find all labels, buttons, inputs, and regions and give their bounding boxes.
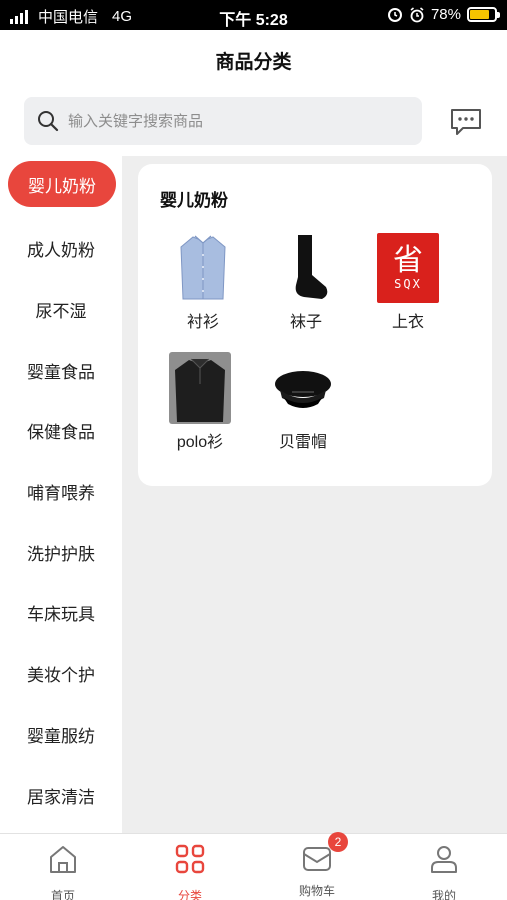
sidebar-item-beauty[interactable]: 美妆个护 xyxy=(0,650,122,696)
cart-icon: 2 xyxy=(300,832,348,876)
product-item-beret[interactable]: 贝雷帽 xyxy=(258,352,348,452)
sidebar-item-infant-formula[interactable]: 婴儿奶粉 xyxy=(8,161,116,207)
sidebar-item-home-cleaning[interactable]: 居家清洁 xyxy=(0,772,122,818)
polo-image xyxy=(168,352,232,424)
product-item-shirt[interactable]: 衬衫 xyxy=(158,232,248,332)
alarm-clock-icon xyxy=(410,6,424,22)
subcategory-panel: 婴儿奶粉 衬衫 袜子 省 SQX 上衣 polo衫 贝雷帽 xyxy=(138,164,492,486)
sidebar-item-kids-clothing[interactable]: 婴童服纺 xyxy=(0,711,122,757)
product-label: 贝雷帽 xyxy=(278,434,327,451)
product-label: 袜子 xyxy=(289,314,322,331)
status-right: 78% xyxy=(387,6,500,23)
brand-logo-image: 省 SQX xyxy=(376,232,440,304)
page-title: 商品分类 xyxy=(215,51,292,73)
tab-profile[interactable]: 我的 xyxy=(381,842,507,900)
product-item-socks[interactable]: 袜子 xyxy=(261,232,351,332)
product-item-polo[interactable]: polo衫 xyxy=(155,352,245,452)
user-icon xyxy=(431,846,457,873)
category-icon xyxy=(175,844,205,874)
tab-cart[interactable]: 2 购物车 xyxy=(254,832,380,899)
tab-label: 首页 xyxy=(50,889,75,900)
search-input[interactable] xyxy=(68,112,388,130)
cart-badge: 2 xyxy=(328,832,348,852)
shirt-image xyxy=(171,232,235,304)
logo-text-bottom: SQX xyxy=(394,277,422,291)
category-content: 婴儿奶粉 衬衫 袜子 省 SQX 上衣 polo衫 贝雷帽 xyxy=(122,156,507,833)
panel-title: 婴儿奶粉 xyxy=(160,191,228,210)
sidebar-item-baby-food[interactable]: 婴童食品 xyxy=(0,347,122,393)
search-icon xyxy=(38,111,59,132)
tab-home[interactable]: 首页 xyxy=(0,842,126,900)
page-header: 商品分类 xyxy=(0,30,507,90)
tab-label: 分类 xyxy=(177,889,202,900)
sidebar-item-adult-formula[interactable]: 成人奶粉 xyxy=(0,225,122,271)
sidebar-item-feeding[interactable]: 哺育喂养 xyxy=(0,468,122,514)
search-bar[interactable] xyxy=(24,97,422,145)
sidebar-item-skincare[interactable]: 洗护护肤 xyxy=(0,529,122,575)
beret-image xyxy=(271,352,335,424)
sidebar-item-diapers[interactable]: 尿不湿 xyxy=(0,286,122,332)
status-bar: 中国电信 4G 下午 5:28 78% xyxy=(0,0,507,30)
tab-label: 购物车 xyxy=(298,884,335,898)
category-sidebar: 婴儿奶粉 成人奶粉 尿不湿 婴童食品 保健食品 哺育喂养 洗护护肤 车床玩具 美… xyxy=(0,156,122,833)
bottom-tab-bar: 首页 分类 2 购物车 我的 xyxy=(0,832,507,900)
battery-fill xyxy=(470,10,489,19)
alarm-icon xyxy=(387,7,402,22)
product-item-top[interactable]: 省 SQX 上衣 xyxy=(363,232,453,332)
sidebar-item-toys[interactable]: 车床玩具 xyxy=(0,589,122,635)
product-label: polo衫 xyxy=(176,434,224,451)
battery-icon xyxy=(467,7,500,22)
product-label: 衬衫 xyxy=(186,314,219,331)
logo-text-top: 省 xyxy=(393,244,423,277)
tab-category[interactable]: 分类 xyxy=(127,842,253,900)
battery-percent: 78% xyxy=(430,6,461,23)
tab-label: 我的 xyxy=(431,889,456,900)
sidebar-item-health-food[interactable]: 保健食品 xyxy=(0,407,122,453)
home-icon xyxy=(50,846,76,873)
sock-image xyxy=(274,232,338,304)
product-label: 上衣 xyxy=(391,314,424,331)
message-icon[interactable] xyxy=(449,107,483,137)
